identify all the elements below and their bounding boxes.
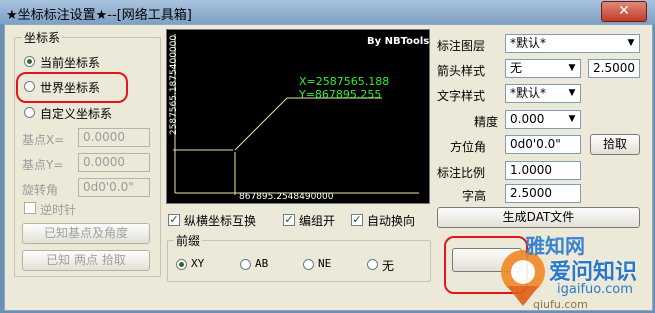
group-on-checkbox-box[interactable]: ✓	[283, 214, 295, 226]
close-button[interactable]: ✕	[601, 1, 647, 22]
watermark-bottom-text: qiufu.com	[533, 298, 588, 311]
rotation-label: 旋转角	[22, 183, 59, 197]
pick-azimuth-button[interactable]: 拾取	[590, 134, 640, 155]
radio-current-coord[interactable]: 当前坐标系	[24, 54, 144, 70]
radio-prefix-xy-indicator[interactable]	[176, 259, 187, 270]
swap-xy-checkbox-box[interactable]: ✓	[168, 214, 180, 226]
layer-label: 标注图层	[437, 39, 486, 53]
layer-select-value: *默认*	[510, 36, 547, 50]
layer-select[interactable]: *默认* ▼	[505, 34, 640, 53]
base-y-input[interactable]: 0.0000	[78, 153, 150, 172]
radio-prefix-ne[interactable]: NE	[303, 257, 353, 272]
preview-drawing	[173, 34, 419, 195]
text-height-label: 字高	[462, 189, 487, 203]
prefix-group-label: 前缀	[174, 232, 203, 249]
watermark: 雅知网 爱问知识 igaifuo.com qiufu.com	[493, 226, 655, 313]
precision-label: 精度	[474, 115, 499, 129]
arrow-style-select[interactable]: 无 ▼	[505, 59, 581, 78]
generate-dat-button[interactable]: 生成DAT文件	[437, 207, 640, 228]
base-x-input[interactable]: 0.0000	[78, 128, 150, 147]
radio-prefix-none[interactable]: 无	[367, 257, 417, 273]
radio-prefix-ab-label: AB	[255, 257, 269, 270]
scale-input[interactable]: 1.0000	[505, 161, 581, 180]
radio-prefix-xy-label: XY	[191, 257, 205, 270]
window-title: ★坐标标注设置★--[网络工具箱]	[6, 8, 192, 23]
chevron-down-icon: ▼	[627, 38, 635, 48]
watermark-url: igaifuo.com	[557, 282, 633, 297]
auto-wrap-checkbox-box[interactable]: ✓	[351, 214, 363, 226]
text-style-label: 文字样式	[437, 89, 486, 103]
radio-custom-coord[interactable]: 自定义坐标系	[24, 105, 144, 121]
ccw-checkbox-box[interactable]	[24, 202, 36, 214]
radio-prefix-none-indicator[interactable]	[367, 259, 378, 270]
arrow-style-select-value: 无	[510, 61, 523, 75]
azimuth-input[interactable]: 0d0'0.0"	[505, 135, 581, 154]
preview-y-text: Y=867895.255	[299, 88, 382, 101]
leader-diagonal	[234, 97, 288, 151]
arrow-size-input[interactable]: 2.5000	[588, 59, 640, 78]
precision-select-value: 0.000	[510, 112, 545, 126]
radio-custom-coord-indicator[interactable]	[24, 107, 35, 118]
group-on-checkbox[interactable]: ✓ 编组开	[283, 212, 353, 228]
coord-system-group-label: 坐标系	[22, 29, 63, 46]
preview-x-text: X=2587565.188	[299, 75, 390, 88]
radio-current-coord-indicator[interactable]	[24, 56, 35, 67]
swap-xy-checkbox[interactable]: ✓ 纵横坐标互换	[168, 212, 278, 228]
scale-label: 标注比例	[437, 166, 486, 180]
preview-brand: By NBTools	[367, 36, 430, 47]
swap-xy-label: 纵横坐标互换	[184, 214, 257, 228]
radio-prefix-ab[interactable]: AB	[240, 257, 290, 272]
ccw-checkbox[interactable]: 逆时针	[24, 201, 104, 217]
highlight-world-coord	[16, 72, 128, 103]
radio-prefix-none-label: 无	[382, 259, 395, 273]
precision-select[interactable]: 0.000 ▼	[505, 110, 581, 129]
close-icon: ✕	[618, 3, 630, 19]
text-style-select[interactable]: *默认* ▼	[505, 84, 581, 103]
auto-wrap-checkbox[interactable]: ✓ 自动换向	[351, 212, 431, 228]
preview-vertical-label: 2587565.1875400000	[169, 34, 179, 136]
chevron-down-icon: ▼	[568, 114, 576, 124]
preview-canvas: By NBTools X=2587565.188 Y=867895.255 25…	[166, 29, 430, 204]
base-x-label: 基点X=	[22, 133, 65, 147]
text-style-select-value: *默认*	[510, 86, 547, 100]
group-on-label: 编组开	[299, 214, 336, 228]
radio-prefix-ne-indicator[interactable]	[303, 259, 314, 270]
base-y-label: 基点Y=	[22, 158, 64, 172]
known-two-points-button[interactable]: 已知 两点 拾取	[22, 250, 150, 271]
text-height-input[interactable]: 2.5000	[505, 184, 581, 203]
radio-prefix-ab-indicator[interactable]	[240, 259, 251, 270]
radio-prefix-ne-label: NE	[318, 257, 332, 270]
ccw-label: 逆时针	[40, 203, 77, 217]
preview-horizontal-label: 867895.2548490000	[239, 192, 334, 202]
known-base-angle-button[interactable]: 已知基点及角度	[22, 223, 150, 244]
arrow-style-label: 箭头样式	[437, 64, 486, 78]
chevron-down-icon: ▼	[568, 63, 576, 73]
chevron-down-icon: ▼	[568, 88, 576, 98]
radio-current-coord-label: 当前坐标系	[40, 56, 101, 70]
radio-prefix-xy[interactable]: XY	[176, 257, 226, 272]
radio-custom-coord-label: 自定义坐标系	[40, 107, 113, 121]
auto-wrap-label: 自动换向	[367, 214, 416, 228]
azimuth-label: 方位角	[450, 140, 487, 154]
rotation-input[interactable]: 0d0'0.0"	[78, 178, 150, 197]
